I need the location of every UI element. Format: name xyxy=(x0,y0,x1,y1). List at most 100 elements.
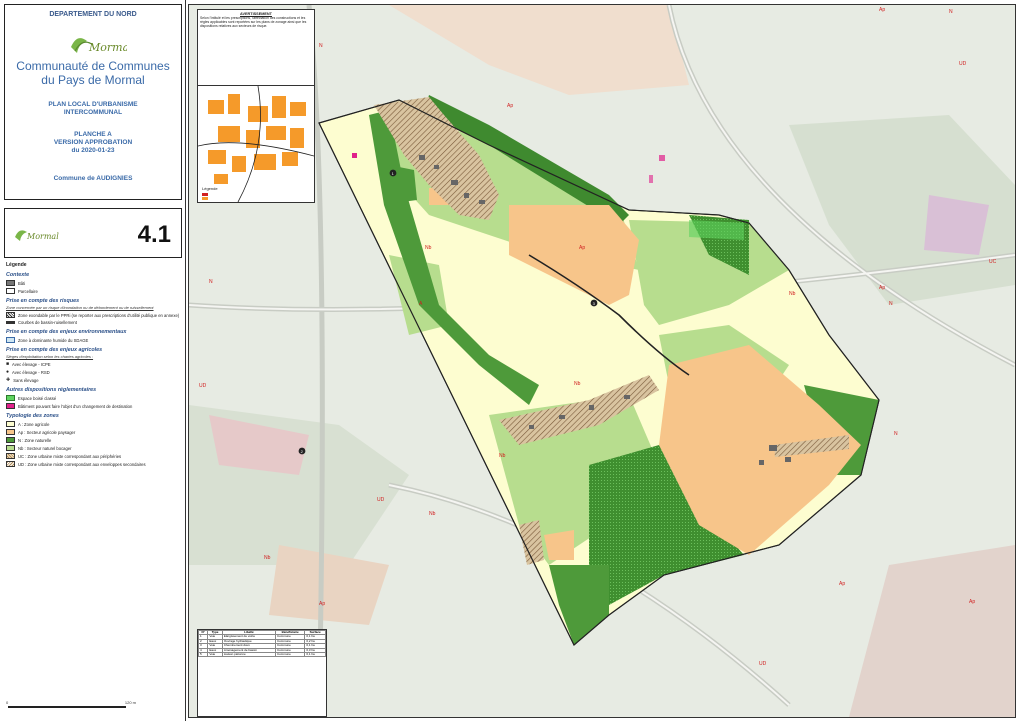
table-cell: Liaison piétonne xyxy=(221,651,276,658)
legend-title: Légende xyxy=(6,262,27,268)
map-label: N xyxy=(319,43,323,49)
zoning-map[interactable]: Ap Ap N UD N Nb Nb Ap UC UD N Nb Ap Nb U… xyxy=(188,4,1016,718)
legend-label: UD : Zone urbaine mixte correspondant au… xyxy=(18,461,146,467)
intercommunality-line-2: du Pays de Mormal xyxy=(41,73,145,87)
table-cell: Commune xyxy=(274,651,306,658)
zone-ebc-strip xyxy=(689,220,744,240)
farm-none-icon: ✚ xyxy=(6,377,11,383)
map-label: UD xyxy=(759,661,767,667)
table-cell: 5 xyxy=(197,651,209,658)
legend-agri-sub: Sièges d'exploitation selon les chartes … xyxy=(6,354,94,359)
legend-label: Sans élevage xyxy=(13,377,39,383)
inset-legend-swatch-orange xyxy=(202,197,208,200)
legend-label: Ap : Secteur agricole paysager xyxy=(18,429,76,435)
legend-label: Courbes de bassin-ruisellement xyxy=(18,320,77,325)
ebc-swatch xyxy=(6,395,15,401)
scale-line xyxy=(8,706,126,708)
map-label: UD xyxy=(377,497,385,503)
map-label: N xyxy=(894,431,898,437)
location-inset-map: Légende xyxy=(197,85,315,203)
table-cell: Voie xyxy=(207,651,223,658)
table-cell: 0,1 ha xyxy=(304,651,326,658)
logo-text: Mormal xyxy=(88,41,127,54)
hatch-swatch xyxy=(6,312,15,318)
legend-row-zone-ap: Ap : Secteur agricole paysager xyxy=(6,429,182,435)
plan-title: PLAN LOCAL D'URBANISME INTERCOMMUNAL xyxy=(5,101,181,117)
legend-reg-title: Autres dispositions réglementaires xyxy=(6,387,97,393)
parcel-swatch xyxy=(6,288,15,294)
planche-title: PLANCHE A VERSION APPROBATION du 2020-01… xyxy=(5,131,181,155)
ccpm-logo: Mormal xyxy=(63,27,133,61)
wetland-swatch xyxy=(6,337,15,343)
zone-swatch xyxy=(6,461,15,467)
map-label: Nb xyxy=(429,511,436,517)
legend-label: Avec élevage - ICPE xyxy=(12,361,51,367)
legend-label: A : Zone agricole xyxy=(18,421,50,427)
small-logo-text: Mormal xyxy=(26,232,59,241)
map-label: Nb xyxy=(574,381,581,387)
map-label: Ap xyxy=(507,103,513,109)
inset-legend-title: Légende xyxy=(202,186,218,191)
department-label: DEPARTEMENT DU NORD xyxy=(49,11,137,18)
legend-env-title: Prise en compte des enjeux environnement… xyxy=(6,329,127,335)
map-label: UD xyxy=(959,61,967,67)
table-row: 5 Voie Liaison piétonne Commune 0,1 ha xyxy=(197,651,326,658)
legend-agri-title: Prise en compte des enjeux agricoles xyxy=(6,347,103,353)
legend-row-zone-n: N : Zone naturelle xyxy=(6,437,182,443)
map-label: Ap xyxy=(579,245,585,251)
legend-risks-title: Prise en compte des risques xyxy=(6,298,80,304)
map-label: Ap xyxy=(839,581,845,587)
legend-row-bati: Bâti xyxy=(6,280,182,286)
map-label: Nb xyxy=(499,453,506,459)
map-label: Ap xyxy=(969,599,975,605)
legend-label: Parcellaire xyxy=(18,288,38,294)
sheet-number: 4.1 xyxy=(137,221,171,248)
legend-label: UC : Zone urbaine mixte correspondant au… xyxy=(18,453,122,459)
legend-row-zone-ud: UD : Zone urbaine mixte correspondant au… xyxy=(6,461,182,467)
map-legend: Légende Contexte Bâti Parcellaire Prise … xyxy=(6,262,182,467)
legend-risks-sub: Zone concernée par un risque d'inondatio… xyxy=(6,305,154,310)
title-block: DEPARTEMENT DU NORD Mormal Communauté de… xyxy=(4,4,182,200)
legend-row-exondable: Zone exondable par le PPRi (se reporter … xyxy=(6,312,182,318)
legend-row-sans: ✚ Sans élevage xyxy=(6,377,182,383)
reserved-areas-table: N° Type Libellé Bénéficiaire Surface 1 Vo… xyxy=(197,629,327,717)
legend-row-icpe: ■ Avec élevage - ICPE xyxy=(6,361,182,367)
map-label: Ap xyxy=(319,601,325,607)
map-label: N xyxy=(209,279,213,285)
legend-label: Zone à dominante humide du SDAGE xyxy=(18,337,89,343)
planche-line-2: VERSION APPROBATION xyxy=(53,139,133,146)
line-swatch xyxy=(6,321,15,324)
outer-uc-zone-east xyxy=(924,195,989,255)
zone-swatch xyxy=(6,421,15,427)
legend-label: Bâti xyxy=(18,280,26,286)
map-label: Nb xyxy=(425,245,432,251)
map-label: UD xyxy=(199,383,207,389)
zone-swatch xyxy=(6,429,15,435)
zone-ap-small xyxy=(544,530,574,560)
legend-row-parcellaire: Parcellaire xyxy=(6,288,182,294)
small-logo: Mormal xyxy=(11,223,65,245)
intercommunality-title: Communauté de Communes du Pays de Mormal xyxy=(5,59,181,87)
change-swatch xyxy=(6,403,15,409)
legend-zones-title: Typologie des zones xyxy=(6,413,59,419)
planche-line-1: PLANCHE A xyxy=(74,131,112,138)
legend-row-changement: Bâtiment pouvant faire l'objet d'un chan… xyxy=(6,403,182,409)
farm-icpe-icon: ■ xyxy=(6,361,10,367)
legend-row-zone-a: A : Zone agricole xyxy=(6,421,182,427)
legend-label: Bâtiment pouvant faire l'objet d'un chan… xyxy=(18,403,133,409)
plan-line-2: INTERCOMMUNAL xyxy=(63,109,123,116)
farm-rsd-icon: ● xyxy=(6,369,10,375)
legend-label: Zone exondable par le PPRi (se reporter … xyxy=(18,312,180,318)
planche-line-3: du 2020-01-23 xyxy=(71,147,115,154)
legend-label: N : Zone naturelle xyxy=(18,437,52,443)
zone-swatch xyxy=(6,445,15,451)
zone-swatch xyxy=(6,453,15,459)
scale-left: 0 xyxy=(6,700,9,705)
legend-row-rsd: ● Avec élevage - RSD xyxy=(6,369,182,375)
legend-label: Nb : Secteur naturel bocager xyxy=(18,445,72,451)
legend-row-ruissellement: Courbes de bassin-ruisellement xyxy=(6,320,182,325)
intercommunality-line-1: Communauté de Communes xyxy=(16,59,170,73)
map-label: N xyxy=(949,9,953,15)
bati-swatch xyxy=(6,280,15,286)
legend-row-zone-nb: Nb : Secteur naturel bocager xyxy=(6,445,182,451)
